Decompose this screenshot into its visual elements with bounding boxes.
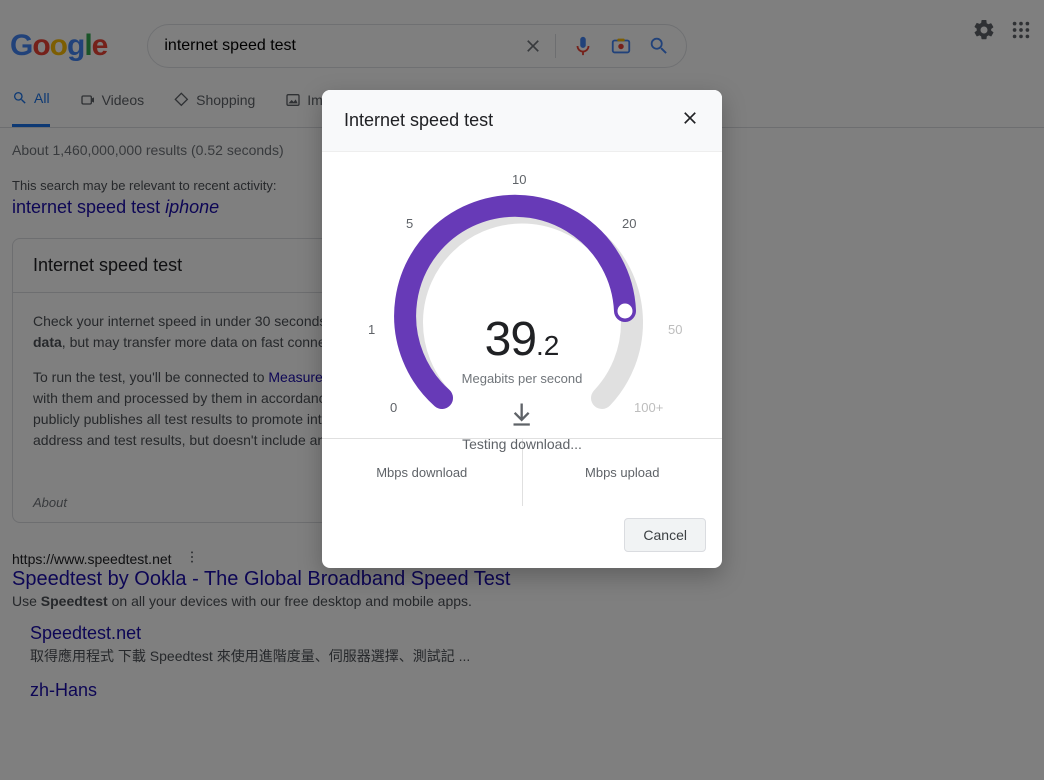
speedtest-modal: Internet speed test 0 1 5 10 20 50 100+ …: [322, 90, 722, 568]
tick-100: 100+: [634, 400, 663, 415]
tick-20: 20: [622, 216, 636, 231]
tick-0: 0: [390, 400, 397, 415]
download-arrow-icon: [462, 400, 583, 428]
tick-5: 5: [406, 216, 413, 231]
status-text: Testing download...: [462, 436, 583, 452]
modal-title: Internet speed test: [344, 110, 493, 131]
speed-unit: Megabits per second: [462, 371, 583, 386]
tick-1: 1: [368, 322, 375, 337]
tick-10: 10: [512, 172, 526, 187]
tick-50: 50: [668, 322, 682, 337]
speed-value: 39.2: [462, 312, 583, 367]
close-icon[interactable]: [680, 108, 700, 133]
cancel-button[interactable]: Cancel: [624, 518, 706, 552]
